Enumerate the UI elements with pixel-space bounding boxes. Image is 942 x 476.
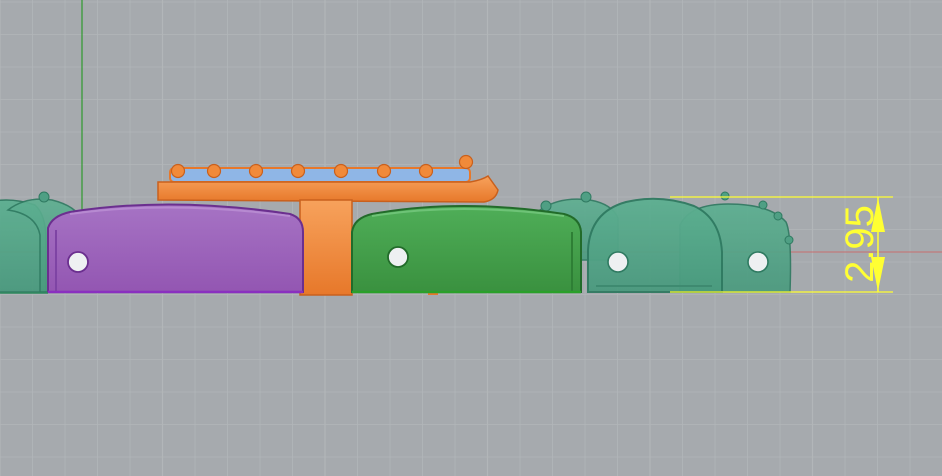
orange-stud [290, 163, 306, 179]
teal-key-hole-front [607, 251, 629, 273]
purple-key-part[interactable] [47, 203, 304, 294]
viewport-canvas[interactable]: 2.95 [0, 0, 942, 476]
orange-stud [458, 154, 474, 170]
orange-bridge-post [299, 199, 353, 296]
dimension-value: 2.95 [838, 205, 882, 283]
green-key-hole [387, 246, 409, 268]
green-key-part[interactable] [351, 205, 582, 294]
orange-stud [376, 163, 392, 179]
3d-viewport[interactable]: 2.95 [0, 0, 942, 476]
orange-stud [206, 163, 222, 179]
teal-key-hole-back [747, 251, 769, 273]
purple-key-hole [67, 251, 89, 273]
orange-stud [418, 163, 434, 179]
teal-key-right-front[interactable] [587, 197, 723, 293]
orange-stud [333, 163, 349, 179]
orange-stud [170, 163, 186, 179]
orange-stud [248, 163, 264, 179]
